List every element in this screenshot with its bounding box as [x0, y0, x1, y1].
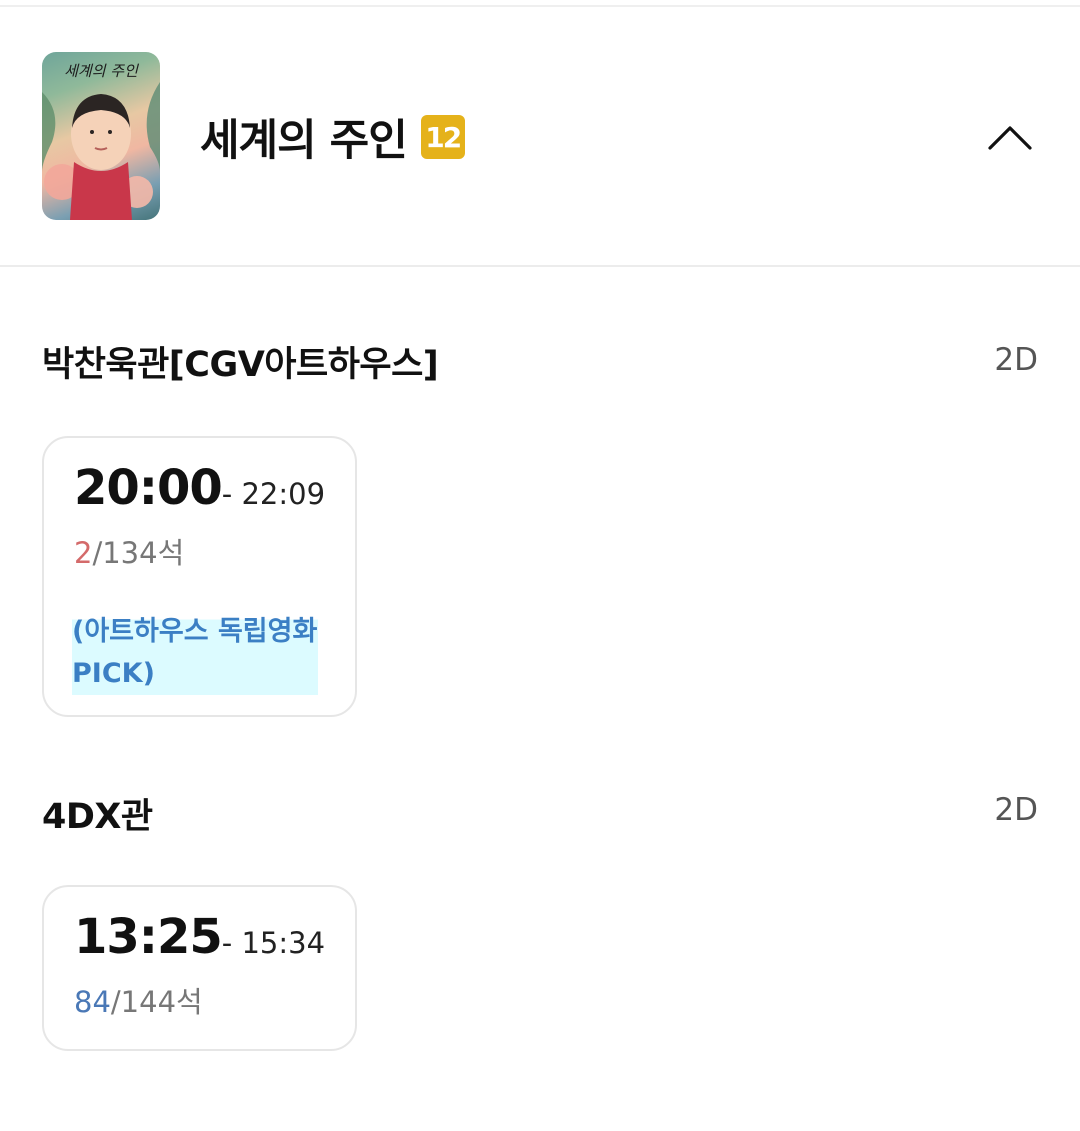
movie-showtimes-page: 세계의 주인 세계의 주인 12 박찬욱관[CGV아트하우스] 2D 20:00… — [0, 0, 1080, 1131]
theater-name: 4DX관 — [42, 797, 153, 837]
start-time: 13:25 — [74, 909, 223, 965]
time-range: 13:25- 15:34 — [74, 909, 325, 965]
showtime-card[interactable]: 13:25- 15:34 84/144석 — [42, 885, 357, 1051]
showtime-card[interactable]: 20:00- 22:09 2/134석 (아트하우스 독립영화 PICK) — [42, 436, 357, 717]
seats-total: /144석 — [110, 985, 203, 1019]
start-time: 20:00 — [74, 460, 223, 516]
movie-poster[interactable]: 세계의 주인 — [42, 52, 160, 220]
seats-available: 2 — [74, 536, 93, 570]
screen-format: 2D — [994, 792, 1038, 828]
age-rating-badge: 12 — [420, 115, 465, 159]
seats-available: 84 — [74, 985, 111, 1019]
seat-availability: 84/144석 — [74, 979, 203, 1021]
collapse-button[interactable] — [982, 109, 1038, 165]
theater-name: 박찬욱관[CGV아트하우스] — [42, 345, 439, 385]
seats-total: /134석 — [92, 536, 185, 570]
seat-availability: 2/134석 — [74, 530, 184, 572]
screen-format: 2D — [994, 342, 1038, 378]
end-time: - 15:34 — [221, 926, 326, 960]
time-range: 20:00- 22:09 — [74, 460, 325, 516]
movie-header[interactable]: 세계의 주인 세계의 주인 12 — [0, 7, 1080, 267]
promo-tag: (아트하우스 독립영화 PICK) — [72, 611, 318, 695]
poster-title: 세계의 주인 — [64, 62, 138, 80]
movie-title: 세계의 주인 — [200, 116, 408, 166]
chevron-up-icon — [988, 126, 1032, 150]
movie-title-group: 세계의 주인 12 — [200, 107, 465, 167]
end-time: - 22:09 — [221, 477, 326, 511]
